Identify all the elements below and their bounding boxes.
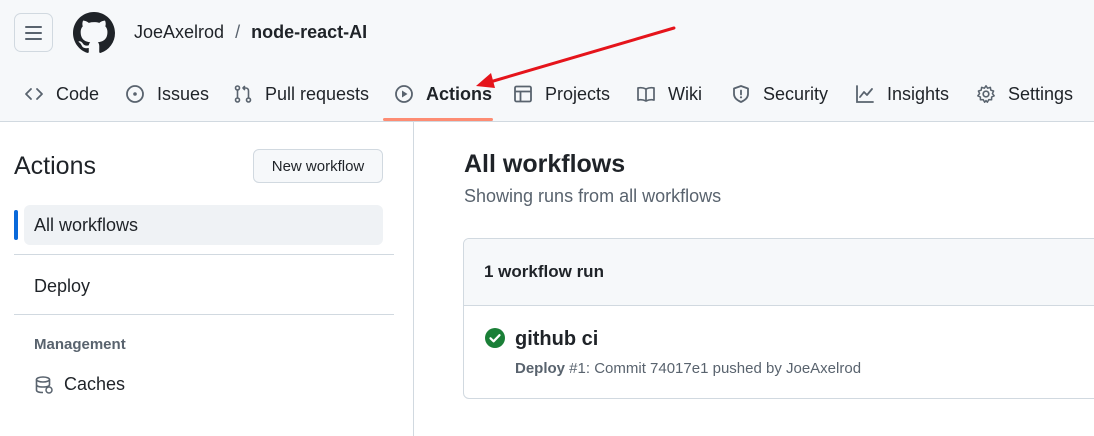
tab-wiki[interactable]: Wiki [636,70,702,118]
workflow-runs-list: 1 workflow run github ci Deploy #1: Comm… [463,238,1094,399]
hamburger-line [25,25,42,28]
run-detail: #1: Commit 74017e1 pushed by JoeAxelrod [565,360,862,377]
sidebar-item-label: Caches [64,374,126,394]
selected-tab-underline [383,118,493,121]
sidebar-item-all-workflows[interactable]: All workflows [24,205,383,245]
shield-icon [733,85,749,103]
table-icon [514,85,532,103]
workflow-run-row[interactable]: github ci Deploy #1: Commit 74017e1 push… [464,306,1094,398]
sidebar-item-label: Deploy [34,275,91,296]
tab-label: Security [763,83,829,104]
page-subtitle: Showing runs from all workflows [464,186,722,206]
tab-issues[interactable]: Issues [125,70,209,118]
tab-projects[interactable]: Projects [513,70,610,118]
hamburger-line [25,37,42,40]
runs-count: 1 workflow run [484,262,604,281]
tab-label: Actions [426,83,493,104]
run-title-link[interactable]: github ci [515,328,598,351]
run-workflow-name: Deploy [515,360,566,377]
tab-settings[interactable]: Settings [976,70,1073,118]
sidebar-item-label: All workflows [34,214,139,235]
run-meta: Deploy #1: Commit 74017e1 pushed by JoeA… [515,360,861,377]
sidebar-title: Actions [14,152,96,180]
sidebar-item-caches[interactable]: Caches [34,374,125,395]
sidebar-divider [14,254,394,255]
breadcrumb: JoeAxelrod / node-react-AI [134,22,367,43]
play-icon [395,85,413,103]
sidebar-divider [14,314,394,315]
tab-label: Issues [157,83,210,104]
issue-opened-icon [126,85,144,103]
book-icon [637,86,655,102]
repo-owner-link[interactable]: JoeAxelrod [134,22,224,43]
tab-label: Projects [545,83,611,104]
runs-count-header: 1 workflow run [464,239,1094,306]
sidebar-section-heading: Management [34,336,126,353]
active-indicator [14,210,18,240]
tab-code[interactable]: Code [24,70,99,118]
tab-label: Settings [1008,83,1074,104]
tab-label: Code [56,83,100,104]
tab-label: Pull requests [265,83,370,104]
breadcrumb-separator: / [235,22,241,42]
tab-label: Insights [887,83,950,104]
menu-button[interactable] [14,13,53,52]
tab-actions[interactable]: Actions [394,70,492,118]
git-pull-request-icon [234,85,252,103]
gear-icon [977,85,995,103]
actions-sidebar: Actions New workflow All workflows Deplo… [0,122,414,436]
tab-label: Wiki [668,83,702,104]
repo-header: JoeAxelrod / node-react-AI Code Issues P… [0,0,1094,122]
tab-pull-requests[interactable]: Pull requests [233,70,369,118]
page-title: All workflows [464,150,626,178]
check-circle-fill-icon [485,328,505,348]
new-workflow-button[interactable]: New workflow [253,149,383,183]
graph-icon [856,85,874,103]
hamburger-line [25,31,42,34]
code-icon [25,88,43,100]
tab-insights[interactable]: Insights [855,70,949,118]
github-logo-icon[interactable] [73,12,115,54]
tab-security[interactable]: Security [731,70,828,118]
repo-name-link[interactable]: node-react-AI [251,22,367,43]
database-icon [35,375,53,394]
repo-nav: Code Issues Pull requests Actions Projec… [0,70,1094,122]
sidebar-item-deploy[interactable]: Deploy [24,266,383,306]
